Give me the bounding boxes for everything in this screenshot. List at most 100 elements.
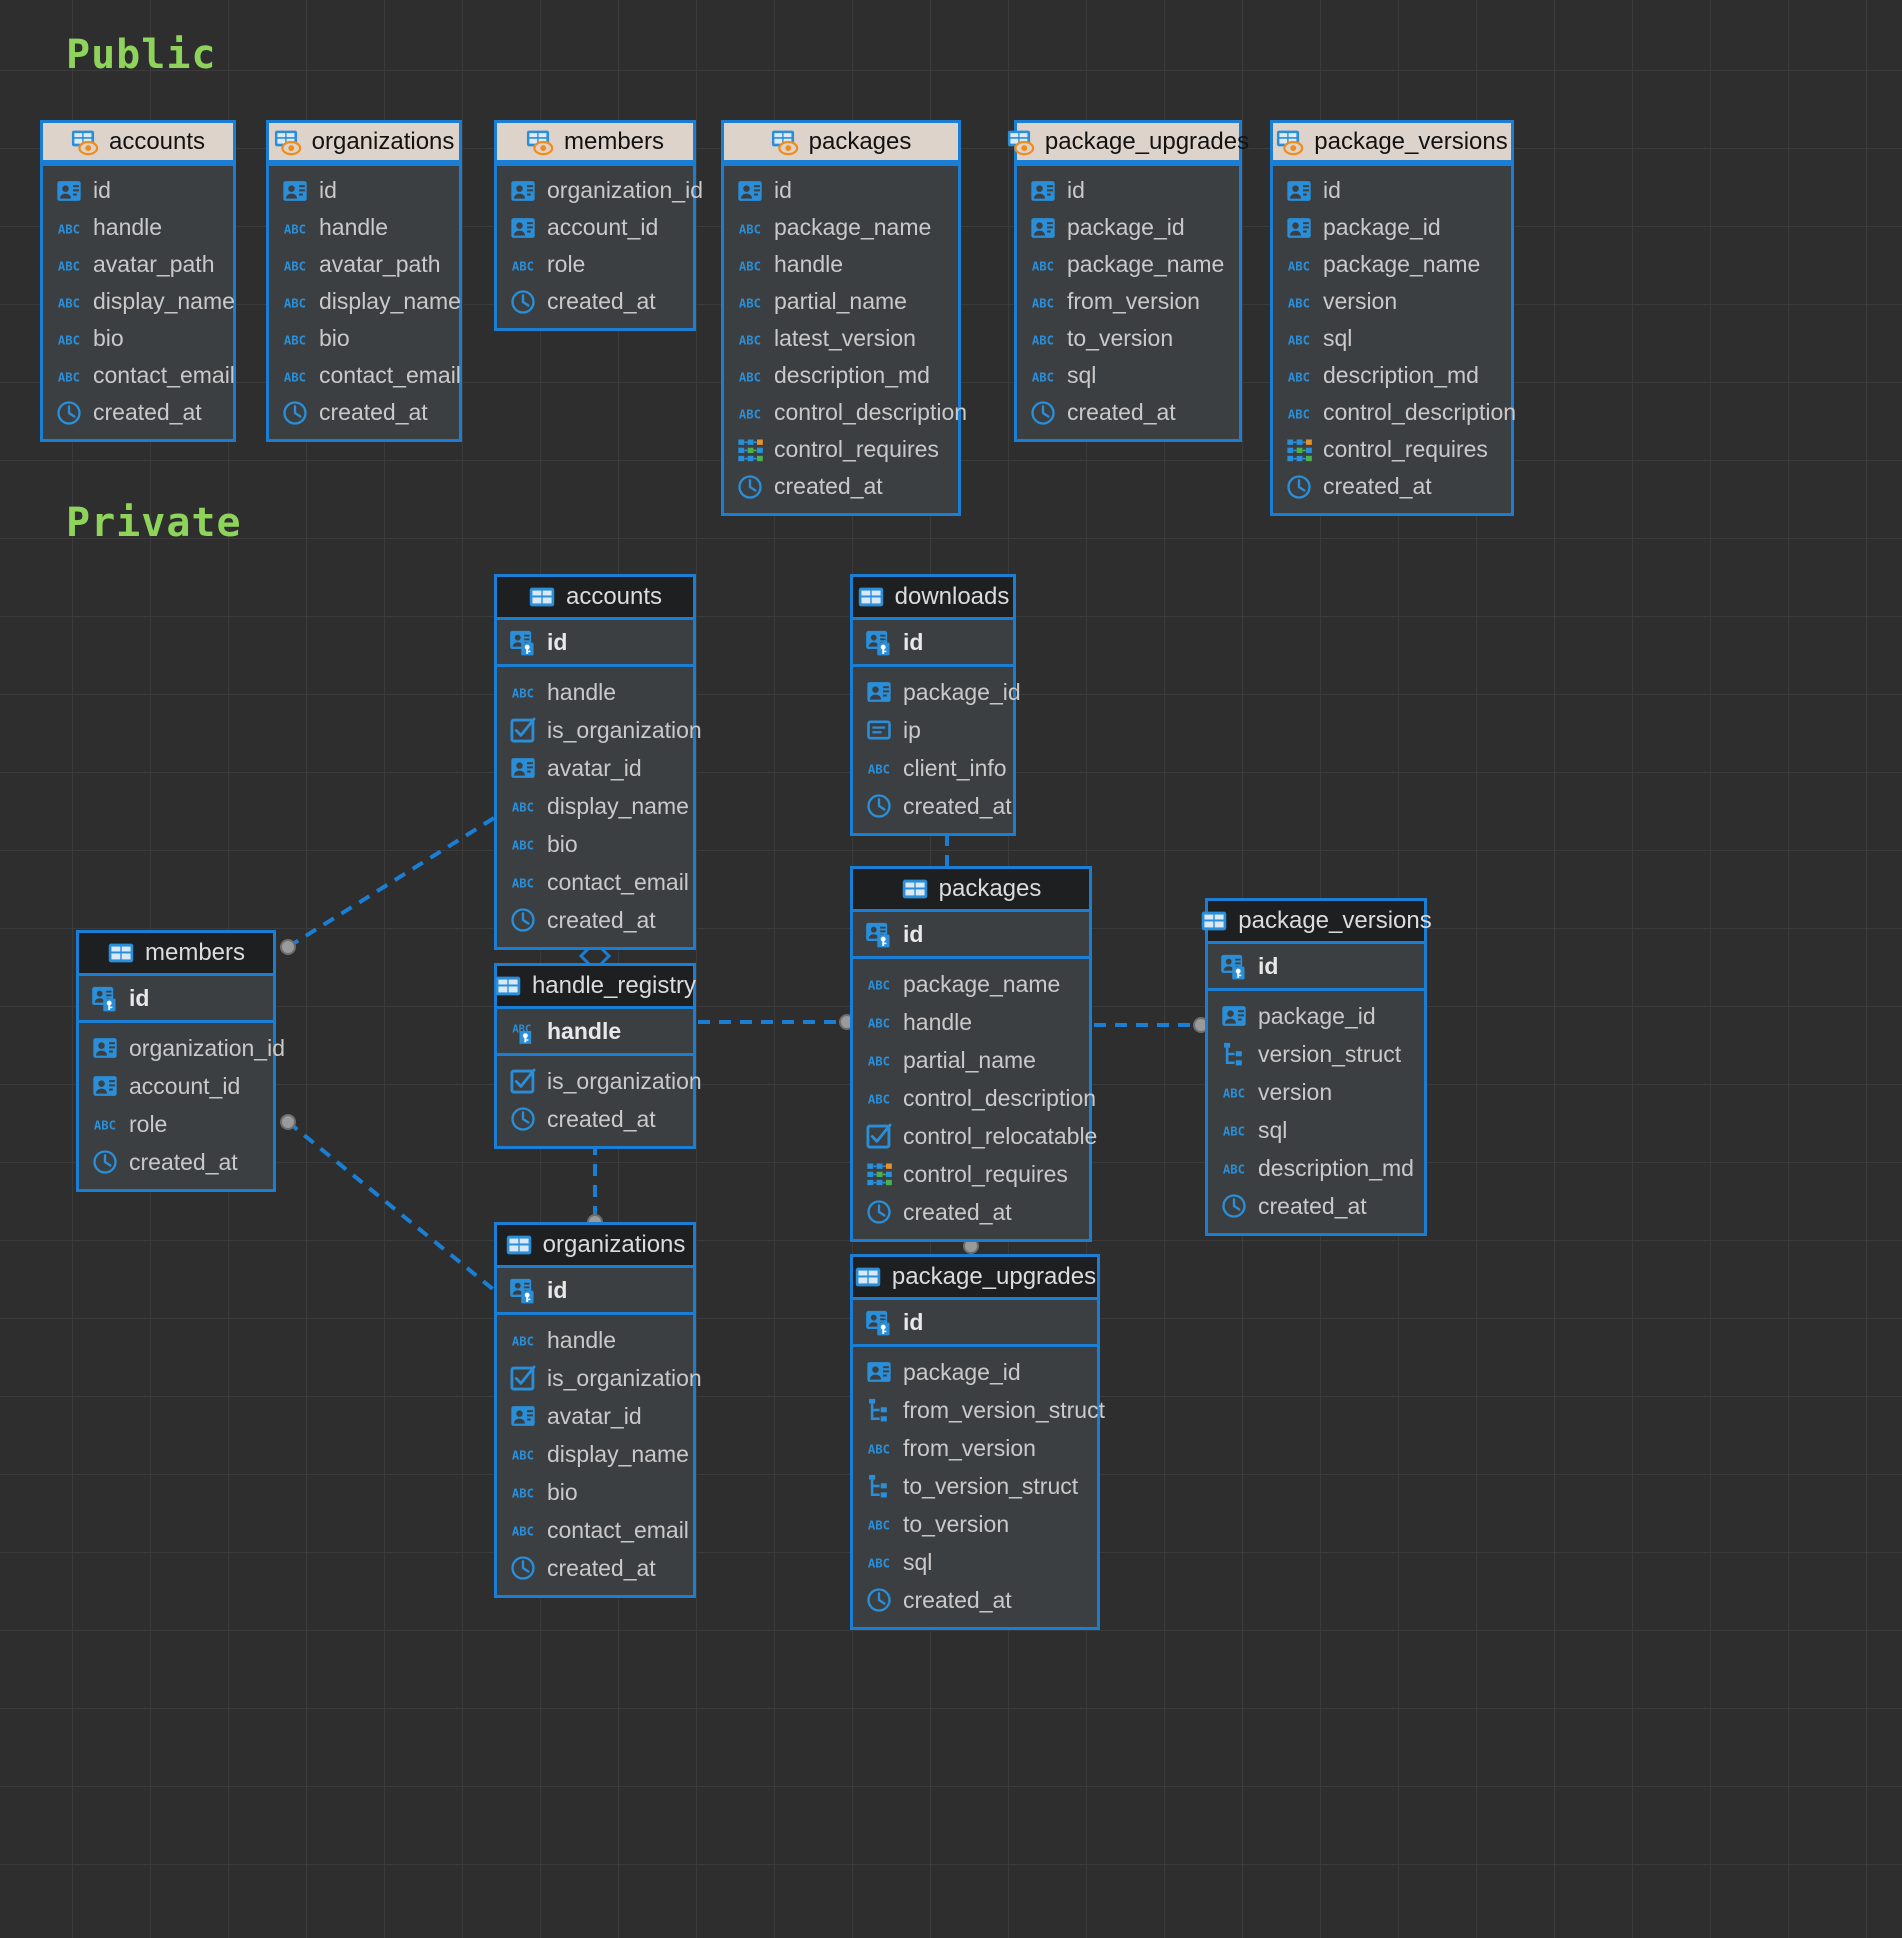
field-row-to_version[interactable]: ABC to_version <box>1017 320 1239 357</box>
table-node-view-accounts[interactable]: accounts id ABC handle ABC avatar_path ABC disp… <box>40 120 236 442</box>
field-row-to_version[interactable]: ABC to_version <box>853 1505 1097 1543</box>
field-row-avatar_id[interactable]: avatar_id <box>497 749 693 787</box>
table-node-table-accounts[interactable]: accounts id ABC handle is_organization avatar… <box>494 574 702 950</box>
table-node-table-members[interactable]: members id organization_id account_id ABC rol… <box>76 930 285 1192</box>
field-row-is_organization[interactable]: is_organization <box>497 1359 702 1397</box>
table-node-view-package_versions[interactable]: package_versions id package_id ABC package_n… <box>1270 120 1516 516</box>
field-row-avatar_path[interactable]: ABC avatar_path <box>269 246 459 283</box>
field-row-created_at[interactable]: created_at <box>497 1100 693 1138</box>
field-row-pk-id[interactable]: id <box>497 1268 693 1312</box>
field-row-version[interactable]: ABC version <box>1273 283 1511 320</box>
field-row-contact_email[interactable]: ABC contact_email <box>497 1511 693 1549</box>
field-row-control_requires[interactable]: control_requires <box>724 431 958 468</box>
field-row-created_at[interactable]: created_at <box>269 394 459 431</box>
field-row-sql[interactable]: ABC sql <box>1273 320 1511 357</box>
table-node-view-organizations[interactable]: organizations id ABC handle ABC avatar_path AB… <box>266 120 462 442</box>
field-row-package_name[interactable]: ABC package_name <box>724 209 958 246</box>
field-row-display_name[interactable]: ABC display_name <box>269 283 461 320</box>
table-header[interactable]: handle_registry <box>495 966 696 1006</box>
field-row-control_relocatable[interactable]: control_relocatable <box>853 1117 1097 1155</box>
table-header[interactable]: packages <box>853 869 1089 909</box>
field-row-display_name[interactable]: ABC display_name <box>43 283 235 320</box>
table-node-view-packages[interactable]: packages id ABC package_name ABC handle ABC par… <box>721 120 967 516</box>
field-row-id[interactable]: id <box>269 172 459 209</box>
field-row-package_name[interactable]: ABC package_name <box>1273 246 1511 283</box>
field-row-to_version_struct[interactable]: to_version_struct <box>853 1467 1097 1505</box>
field-row-account_id[interactable]: account_id <box>79 1067 273 1105</box>
field-row-account_id[interactable]: account_id <box>497 209 693 246</box>
field-row-contact_email[interactable]: ABC contact_email <box>43 357 235 394</box>
field-row-from_version[interactable]: ABC from_version <box>1017 283 1239 320</box>
table-node-table-package_upgrades[interactable]: package_upgrades id package_id from_version… <box>850 1254 1105 1630</box>
field-row-avatar_path[interactable]: ABC avatar_path <box>43 246 233 283</box>
table-node-view-package_upgrades[interactable]: package_upgrades id package_id ABC package_n… <box>1007 120 1249 442</box>
field-row-organization_id[interactable]: organization_id <box>497 172 703 209</box>
field-row-is_organization[interactable]: is_organization <box>497 1062 702 1100</box>
field-row-control_requires[interactable]: control_requires <box>1273 431 1511 468</box>
field-row-created_at[interactable]: created_at <box>497 1549 693 1587</box>
field-row-description_md[interactable]: ABC description_md <box>1273 357 1511 394</box>
table-header[interactable]: organizations <box>269 123 459 163</box>
field-row-control_description[interactable]: ABC control_description <box>853 1079 1096 1117</box>
field-row-created_at[interactable]: created_at <box>724 468 958 505</box>
field-row-from_version[interactable]: ABC from_version <box>853 1429 1097 1467</box>
field-row-bio[interactable]: ABC bio <box>269 320 459 357</box>
field-row-description_md[interactable]: ABC description_md <box>724 357 958 394</box>
table-node-view-members[interactable]: members organization_id account_id ABC role c… <box>494 120 703 331</box>
field-row-control_description[interactable]: ABC control_description <box>1273 394 1516 431</box>
field-row-handle[interactable]: ABC handle <box>43 209 233 246</box>
field-row-package_id[interactable]: package_id <box>853 673 1021 711</box>
field-row-created_at[interactable]: created_at <box>79 1143 273 1181</box>
field-row-created_at[interactable]: created_at <box>1273 468 1511 505</box>
table-node-table-downloads[interactable]: downloads id package_id ip ABC client_info cre… <box>850 574 1021 836</box>
field-row-role[interactable]: ABC role <box>497 246 693 283</box>
table-header[interactable]: accounts <box>43 123 233 163</box>
field-row-description_md[interactable]: ABC description_md <box>1208 1149 1424 1187</box>
field-row-id[interactable]: id <box>43 172 233 209</box>
field-row-role[interactable]: ABC role <box>79 1105 273 1143</box>
field-row-created_at[interactable]: created_at <box>43 394 233 431</box>
table-header[interactable]: package_versions <box>1202 901 1432 941</box>
field-row-created_at[interactable]: created_at <box>853 1581 1097 1619</box>
field-row-client_info[interactable]: ABC client_info <box>853 749 1013 787</box>
field-row-display_name[interactable]: ABC display_name <box>497 787 693 825</box>
field-row-handle[interactable]: ABC handle <box>724 246 958 283</box>
field-row-version[interactable]: ABC version <box>1208 1073 1424 1111</box>
table-header[interactable]: accounts <box>497 577 693 617</box>
field-row-created_at[interactable]: created_at <box>497 901 693 939</box>
field-row-created_at[interactable]: created_at <box>853 787 1013 825</box>
field-row-handle[interactable]: ABC handle <box>269 209 459 246</box>
field-row-id[interactable]: id <box>724 172 958 209</box>
field-row-partial_name[interactable]: ABC partial_name <box>724 283 958 320</box>
field-row-sql[interactable]: ABC sql <box>1017 357 1239 394</box>
field-row-pk-id[interactable]: id <box>497 620 693 664</box>
field-row-ip[interactable]: ip <box>853 711 1013 749</box>
field-row-control_description[interactable]: ABC control_description <box>724 394 967 431</box>
table-node-table-organizations[interactable]: organizations id ABC handle is_organization a… <box>494 1222 702 1598</box>
table-header[interactable]: downloads <box>853 577 1013 617</box>
field-row-partial_name[interactable]: ABC partial_name <box>853 1041 1089 1079</box>
field-row-package_id[interactable]: package_id <box>1017 209 1239 246</box>
field-row-package_id[interactable]: package_id <box>853 1353 1097 1391</box>
field-row-latest_version[interactable]: ABC latest_version <box>724 320 958 357</box>
field-row-created_at[interactable]: created_at <box>853 1193 1089 1231</box>
field-row-package_id[interactable]: package_id <box>1273 209 1511 246</box>
field-row-id[interactable]: id <box>1017 172 1239 209</box>
field-row-handle[interactable]: ABC handle <box>497 1321 693 1359</box>
field-row-pk-id[interactable]: id <box>853 620 1013 664</box>
field-row-version_struct[interactable]: version_struct <box>1208 1035 1424 1073</box>
table-header[interactable]: packages <box>724 123 958 163</box>
field-row-from_version_struct[interactable]: from_version_struct <box>853 1391 1105 1429</box>
field-row-pk-id[interactable]: id <box>853 912 1089 956</box>
field-row-bio[interactable]: ABC bio <box>43 320 233 357</box>
field-row-avatar_id[interactable]: avatar_id <box>497 1397 693 1435</box>
field-row-created_at[interactable]: created_at <box>497 283 693 320</box>
field-row-created_at[interactable]: created_at <box>1208 1187 1424 1225</box>
field-row-handle[interactable]: ABC handle <box>497 673 693 711</box>
field-row-control_requires[interactable]: control_requires <box>853 1155 1089 1193</box>
field-row-id[interactable]: id <box>1273 172 1511 209</box>
field-row-bio[interactable]: ABC bio <box>497 1473 693 1511</box>
table-node-table-handle_registry[interactable]: handle_registry ABC handle is_organization c… <box>494 963 702 1149</box>
field-row-created_at[interactable]: created_at <box>1017 394 1239 431</box>
table-header[interactable]: members <box>79 933 273 973</box>
